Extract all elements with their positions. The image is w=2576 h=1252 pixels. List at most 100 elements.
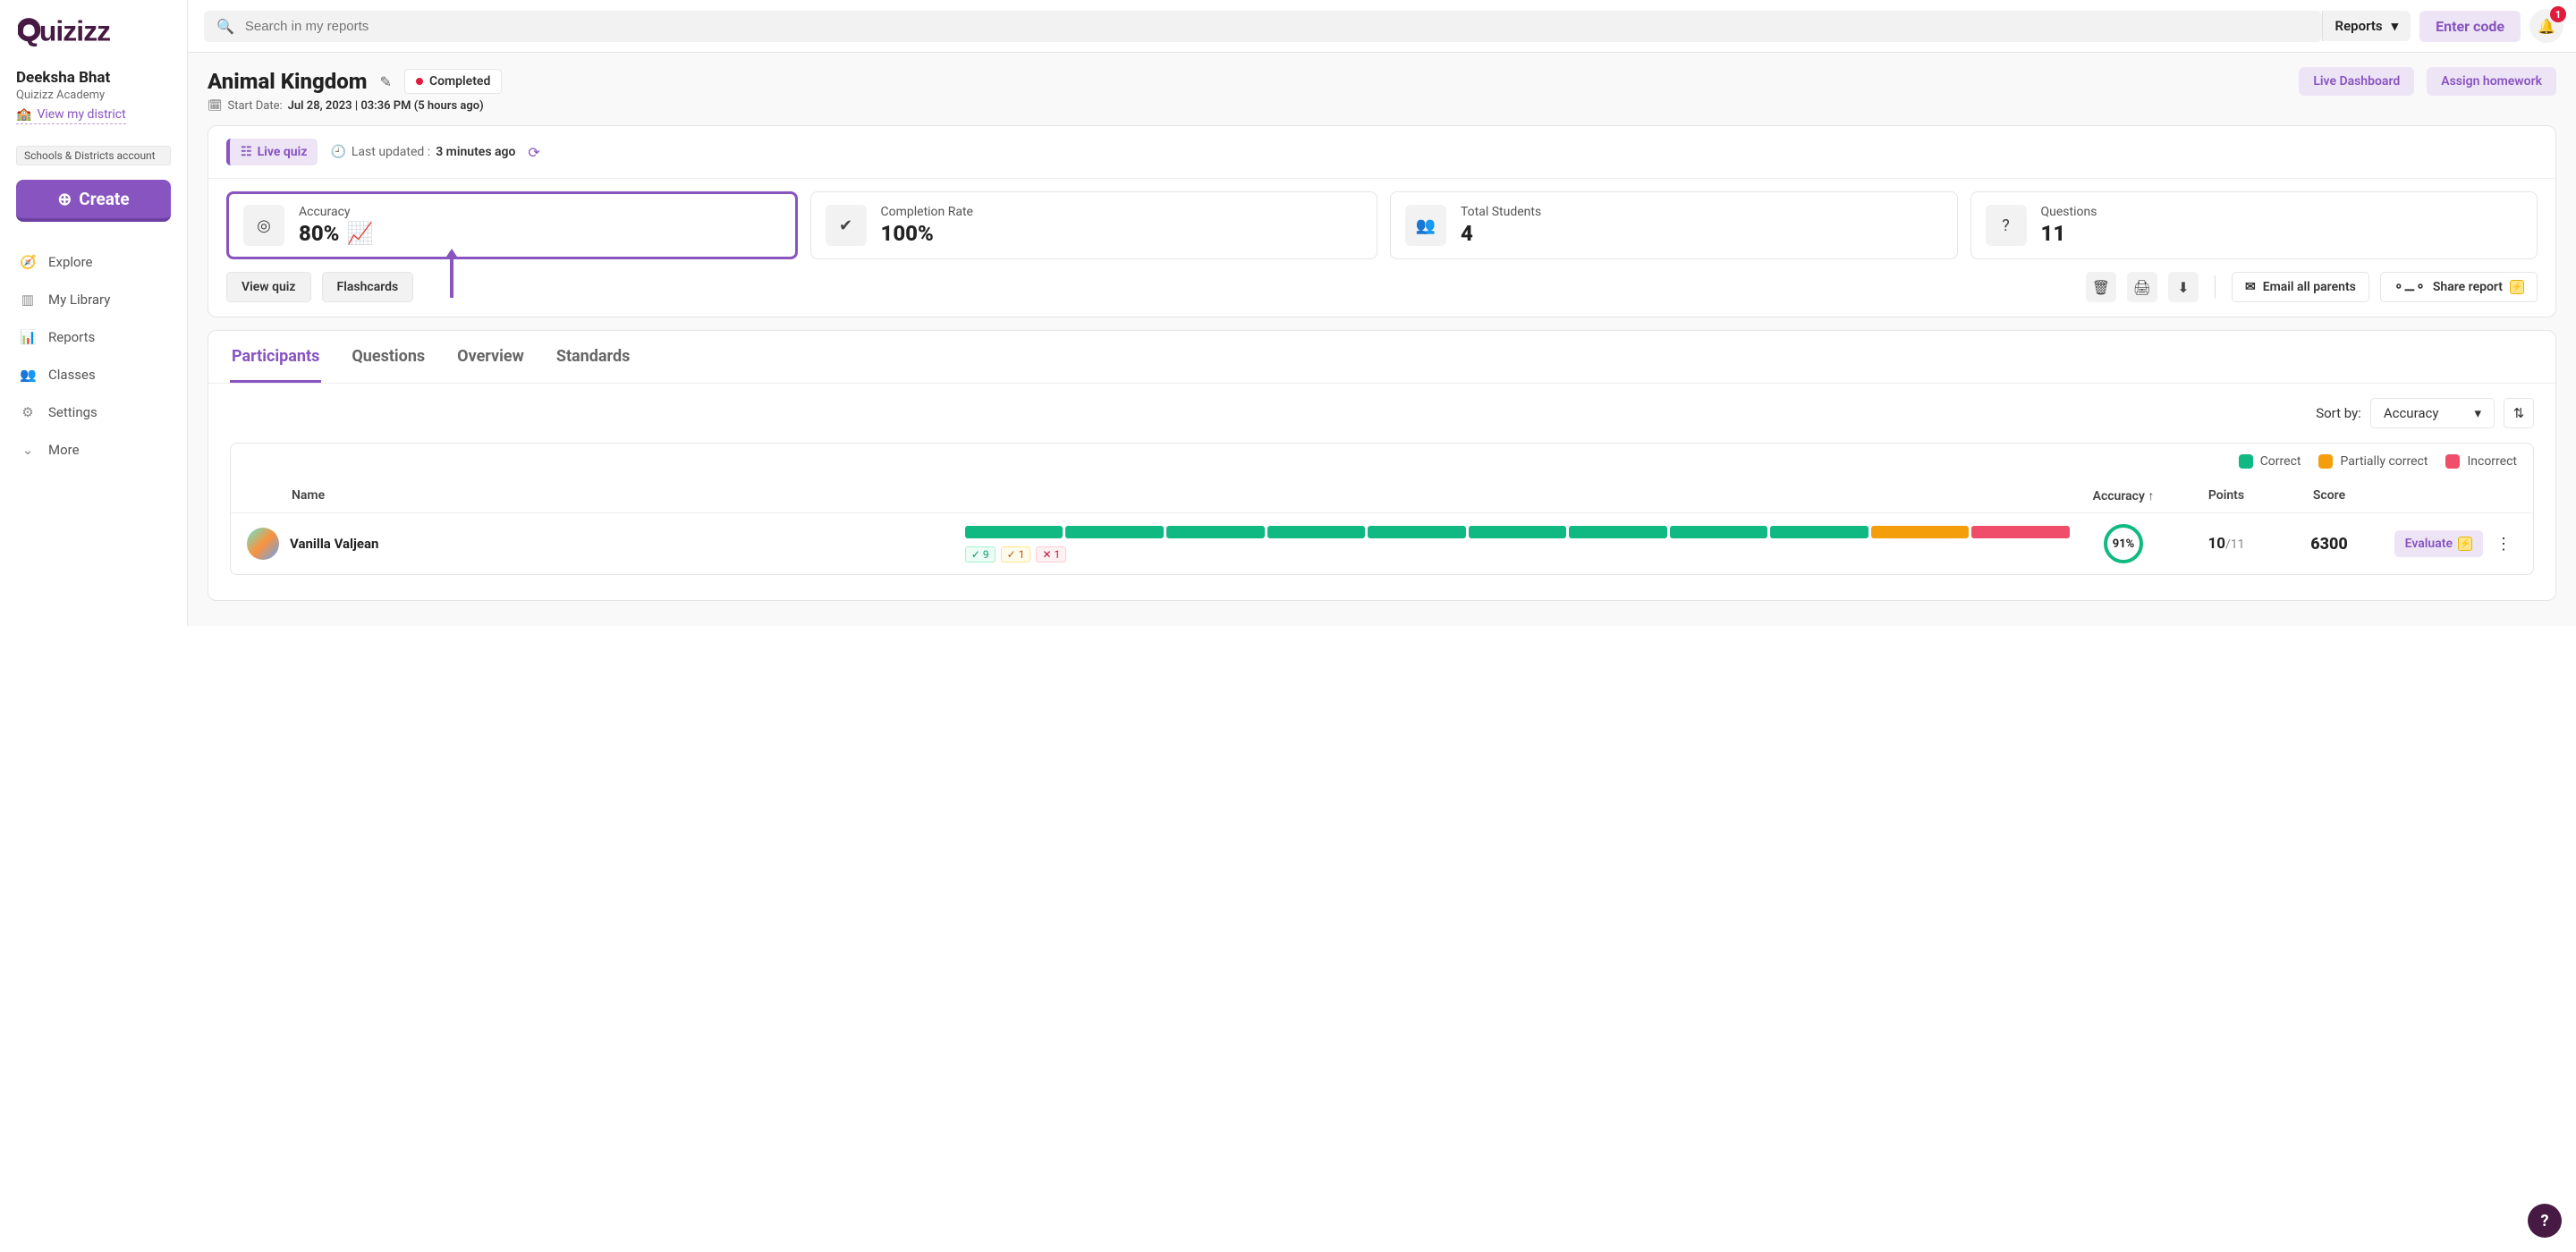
table-row[interactable]: Vanilla Valjean ✓ 9 ✓ 1 ✕ 1: [231, 512, 2533, 574]
nav: 🧭Explore ▥ My Library 📊Reports 👥Classes ⚙…: [0, 243, 187, 469]
nav-explore-label: Explore: [48, 254, 93, 270]
trash-icon: 🗑: [2092, 279, 2110, 296]
sort-select[interactable]: Accuracy ▾: [2370, 398, 2495, 428]
check-circle-icon: ✔: [826, 205, 867, 246]
actions-row: View quiz Flashcards 🗑 🖨 ⬇ ✉Email all pa…: [208, 272, 2555, 317]
answer-bar: ✓ 9 ✓ 1 ✕ 1: [965, 526, 2070, 563]
caret-down-icon: ▾: [2474, 405, 2481, 421]
th-accuracy[interactable]: Accuracy ↑: [2070, 488, 2177, 503]
plus-icon: ⊕: [57, 189, 72, 209]
partial-swatch: [2318, 454, 2333, 469]
sort-direction-button[interactable]: ⇅: [2504, 398, 2534, 428]
divider: [2215, 275, 2216, 299]
correct-count: ✓ 9: [965, 546, 996, 563]
flashcards-button[interactable]: Flashcards: [322, 272, 414, 302]
last-updated-value: 3 minutes ago: [436, 145, 515, 159]
view-quiz-button[interactable]: View quiz: [226, 272, 311, 302]
logo[interactable]: Quizizz: [0, 11, 187, 69]
chevron-down-icon: ⌄: [20, 442, 36, 458]
incorrect-swatch: [2445, 454, 2460, 469]
nav-library-label: My Library: [48, 292, 110, 308]
delete-button[interactable]: 🗑: [2086, 272, 2116, 302]
search-scope-select[interactable]: Reports ▾: [2322, 11, 2411, 41]
evaluate-button[interactable]: Evaluate⚡: [2394, 530, 2483, 557]
row-more-button[interactable]: ⋮: [2490, 535, 2517, 554]
user-block: Deeksha Bhat Quizizz Academy 🏫 View my d…: [0, 69, 187, 137]
tab-participants[interactable]: Participants: [230, 331, 321, 383]
view-district-label: View my district: [37, 107, 125, 122]
avatar: [247, 528, 279, 560]
share-report-button[interactable]: ⚬⚊⚬Share report⚡: [2380, 272, 2538, 302]
tab-standards[interactable]: Standards: [555, 331, 631, 383]
create-label: Create: [79, 189, 129, 209]
tab-questions[interactable]: Questions: [350, 331, 427, 383]
report-header: Animal Kingdom ✎ Completed Live Dashboar…: [188, 53, 2576, 99]
question-icon: ?: [1986, 205, 2027, 246]
share-icon: ⚬⚊⚬: [2394, 280, 2426, 294]
download-button[interactable]: ⬇: [2168, 272, 2199, 302]
participant-name: Vanilla Valjean: [290, 536, 378, 552]
assign-homework-button[interactable]: Assign homework: [2427, 67, 2556, 96]
books-icon: ▥: [20, 292, 36, 308]
gear-icon: ⚙: [20, 404, 36, 420]
search-input[interactable]: [245, 19, 2309, 34]
students-value: 4: [1461, 221, 1541, 246]
evaluate-label: Evaluate: [2405, 537, 2453, 551]
nav-classes[interactable]: 👥Classes: [0, 356, 187, 393]
trend-up-icon: 📈: [346, 221, 373, 246]
school-icon: 🏫: [16, 107, 31, 122]
questions-label: Questions: [2041, 205, 2097, 219]
th-name[interactable]: Name: [247, 488, 992, 503]
live-dashboard-button[interactable]: Live Dashboard: [2299, 67, 2414, 96]
search-box[interactable]: 🔍: [204, 11, 2322, 42]
stats-row: ◎ Accuracy 80%📈 ✔ Completion Rate 100%: [208, 179, 2555, 272]
nav-settings[interactable]: ⚙ Settings: [0, 393, 187, 431]
main: 🔍 Reports ▾ Enter code 🔔 1 Animal Kingdo…: [188, 0, 2576, 626]
sort-value: Accuracy: [2384, 405, 2439, 421]
live-quiz-chip[interactable]: ☷ Live quiz: [226, 139, 318, 165]
search-scope-label: Reports: [2335, 18, 2383, 34]
create-button[interactable]: ⊕ Create: [16, 180, 171, 222]
share-report-label: Share report: [2433, 280, 2503, 294]
points-cell: 10/11: [2177, 535, 2275, 553]
email-parents-button[interactable]: ✉Email all parents: [2232, 272, 2369, 302]
completion-value: 100%: [881, 221, 973, 246]
nav-classes-label: Classes: [48, 367, 96, 383]
accuracy-label: Accuracy: [299, 205, 373, 219]
caret-down-icon: ▾: [2392, 18, 2399, 34]
incorrect-count: ✕ 1: [1036, 546, 1066, 563]
score-cell: 6300: [2275, 535, 2383, 554]
legend-incorrect: Incorrect: [2467, 454, 2517, 469]
participants-table: Correct Partially correct Incorrect Name…: [230, 443, 2534, 575]
notifications-button[interactable]: 🔔 1: [2529, 9, 2563, 43]
nav-more[interactable]: ⌄More: [0, 431, 187, 469]
target-icon: ◎: [243, 205, 284, 246]
live-quiz-label: Live quiz: [258, 145, 308, 159]
summary-card: ☷ Live quiz 🕘 Last updated : 3 minutes a…: [208, 125, 2556, 317]
help-button[interactable]: ?: [2528, 1204, 2562, 1238]
th-score[interactable]: Score: [2275, 488, 2383, 503]
edit-title-button[interactable]: ✎: [380, 73, 392, 90]
status-chip: Completed: [404, 69, 502, 94]
nav-library[interactable]: ▥ My Library: [0, 281, 187, 318]
start-date-value: Jul 28, 2023 | 03:36 PM (5 hours ago): [288, 99, 484, 113]
accuracy-value: 80%: [299, 221, 339, 246]
refresh-button[interactable]: ⟳: [528, 144, 539, 161]
user-org: Quizizz Academy: [16, 89, 171, 102]
tab-overview[interactable]: Overview: [455, 331, 526, 383]
questions-value: 11: [2041, 221, 2097, 246]
students-label: Total Students: [1461, 205, 1541, 219]
download-icon: ⬇: [2177, 279, 2189, 296]
view-district-link[interactable]: 🏫 View my district: [16, 107, 126, 124]
clock-icon: 🕘: [330, 145, 345, 159]
start-date-row: 🗓 Start Date: Jul 28, 2023 | 03:36 PM (5…: [188, 99, 2576, 125]
nav-settings-label: Settings: [48, 404, 97, 420]
mail-icon: ✉: [2245, 280, 2256, 294]
status-dot-icon: [416, 78, 423, 85]
print-button[interactable]: 🖨: [2127, 272, 2157, 302]
enter-code-button[interactable]: Enter code: [2419, 11, 2521, 42]
nav-reports[interactable]: 📊Reports: [0, 318, 187, 356]
th-points[interactable]: Points: [2177, 488, 2275, 503]
stat-accuracy[interactable]: ◎ Accuracy 80% 📈: [226, 191, 798, 259]
nav-explore[interactable]: 🧭Explore: [0, 243, 187, 281]
